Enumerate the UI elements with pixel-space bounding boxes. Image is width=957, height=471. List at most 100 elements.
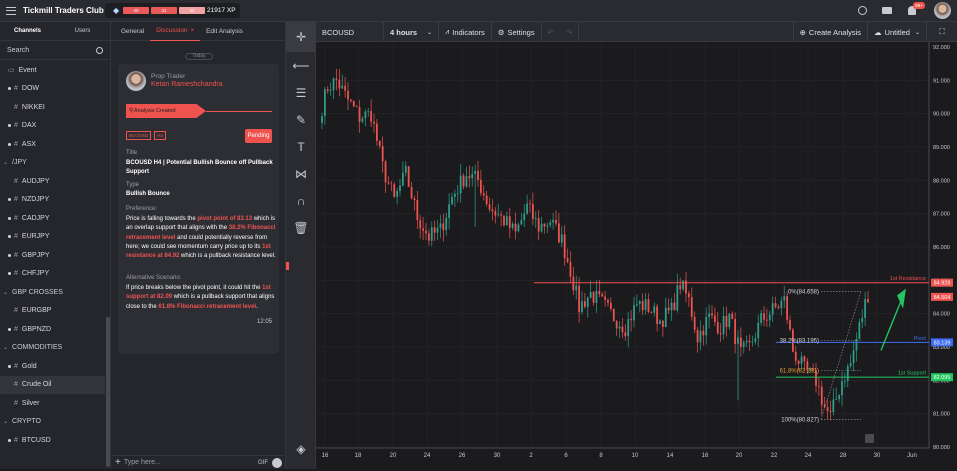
sidebar-item[interactable]: ⌄ GBP CROSSES xyxy=(0,283,105,302)
sidebar-item[interactable]: # GBPJPY xyxy=(0,246,105,265)
screenshot-icon[interactable] xyxy=(865,434,874,443)
highlight-text: pivot point of 83.13 xyxy=(197,216,253,222)
sidebar-item[interactable]: # ASX xyxy=(0,135,105,154)
line-tool-icon[interactable]: ⟵ xyxy=(286,52,316,79)
sidebar-item[interactable]: # GBPNZD xyxy=(0,320,105,339)
chart-toolbar: BCOUSD 4 hours ⌄ ⩘ Indicators ⚙ Settings… xyxy=(316,22,957,42)
close-icon[interactable]: × xyxy=(191,28,195,34)
sidebar-item[interactable]: # DAX xyxy=(0,117,105,136)
sidebar-item-label: Event xyxy=(18,66,37,74)
last-price-label: 84.504 xyxy=(934,295,951,301)
candle xyxy=(751,341,754,343)
candle xyxy=(702,330,705,336)
tab-edit-analysis[interactable]: Edit Analysis xyxy=(200,21,249,41)
candle xyxy=(465,176,468,187)
trash-icon[interactable]: 🗑 xyxy=(286,214,316,241)
candle xyxy=(514,223,517,232)
brush-icon[interactable]: ✎ xyxy=(286,106,316,133)
settings-button[interactable]: ⚙ Settings xyxy=(492,22,542,42)
candle xyxy=(789,320,791,330)
interval-select[interactable]: 4 hours ⌄ xyxy=(384,22,439,42)
candle xyxy=(852,350,855,364)
sidebar-item[interactable]: # NIKKEI xyxy=(0,98,105,117)
author-name[interactable]: Ketan Rameshchandra xyxy=(151,81,223,88)
sidebar-item[interactable]: # CHFJPY xyxy=(0,265,105,284)
candle xyxy=(843,380,846,382)
search-input[interactable]: Search xyxy=(7,47,29,54)
candle xyxy=(566,258,569,263)
x-tick-label: 30 xyxy=(874,453,881,459)
collapse-handle[interactable] xyxy=(286,262,289,270)
globe-icon[interactable] xyxy=(858,6,867,15)
highlight-text: 61.8% Fibonacci retracement level xyxy=(158,303,257,310)
sidebar-item[interactable]: # NZDJPY xyxy=(0,191,105,210)
candle xyxy=(396,191,399,197)
hash-icon: # xyxy=(14,233,18,241)
unread-dot xyxy=(8,438,11,442)
sidebar-item-label: DOW xyxy=(21,85,40,93)
price-tag-label: 83.139 xyxy=(934,340,951,346)
symbol-search[interactable]: BCOUSD xyxy=(316,22,384,42)
body-text: which is a pullback resistance level. xyxy=(179,253,276,260)
sidebar-item[interactable]: ⌄ CRYPTO xyxy=(0,413,105,432)
undo-button[interactable]: ↶ xyxy=(542,22,560,42)
x-tick-label: 16 xyxy=(702,453,709,459)
candlestick-chart[interactable]: 92.000 91.000 90.000 89.000 88.000 87.000 86.0… xyxy=(316,42,957,469)
sidebar-item[interactable]: # Silver xyxy=(0,394,105,413)
crosshair-icon[interactable]: ✛ xyxy=(286,22,316,52)
layout-select[interactable]: ☁ Untitled ⌄ xyxy=(868,22,927,42)
tab-channels[interactable]: Channels xyxy=(0,28,55,34)
sidebar-item[interactable]: # AUDJPY xyxy=(0,172,105,191)
avatar[interactable] xyxy=(934,2,951,19)
menu-icon[interactable] xyxy=(6,7,16,15)
magnet-icon[interactable]: ∩ xyxy=(286,187,316,214)
cloud-icon: ☁ xyxy=(874,27,882,37)
tab-discussion[interactable]: Discussion × xyxy=(150,22,201,41)
candle xyxy=(638,301,641,304)
sidebar-item[interactable]: # BTCUSD xyxy=(0,431,105,450)
gif-button[interactable]: GIF xyxy=(258,460,268,466)
plus-circle-icon: ⊕ xyxy=(799,27,806,37)
sidebar-item[interactable]: # EURJPY xyxy=(0,228,105,247)
candle xyxy=(780,300,783,309)
price-chart[interactable]: 92.000 91.000 90.000 89.000 88.000 87.000 86.0… xyxy=(316,42,957,469)
mail-icon[interactable] xyxy=(882,7,892,14)
create-analysis-button[interactable]: ⊕ Create Analysis xyxy=(792,22,869,42)
pattern-tool-icon[interactable]: ⋈ xyxy=(286,160,316,187)
candle xyxy=(713,315,716,323)
redo-button[interactable]: ↷ xyxy=(560,22,580,42)
candle xyxy=(849,363,852,367)
candle xyxy=(693,316,696,330)
sidebar-item[interactable]: # CADJPY xyxy=(0,209,105,228)
message-input[interactable]: Type here... xyxy=(124,459,258,466)
candle xyxy=(586,297,589,307)
sidebar-item[interactable]: ⌄/JPY xyxy=(0,154,105,173)
sidebar-item[interactable]: # Gold xyxy=(0,357,105,376)
tag-symbol: BCOUSD xyxy=(126,131,152,140)
scrollbar[interactable] xyxy=(106,317,110,467)
chevron-down-icon: ⌄ xyxy=(3,345,9,352)
candle xyxy=(557,223,560,243)
tab-users[interactable]: Users xyxy=(55,28,110,34)
level-label: 1st Support xyxy=(898,371,927,377)
candle xyxy=(407,166,410,187)
candle xyxy=(861,317,864,323)
plus-icon[interactable]: + xyxy=(115,457,121,468)
search-icon[interactable] xyxy=(96,46,103,54)
sidebar-item[interactable]: # EURGBP xyxy=(0,302,105,321)
indicators-button[interactable]: ⩘ Indicators xyxy=(439,22,492,42)
avatar[interactable] xyxy=(126,71,146,91)
layers-icon[interactable]: ◈ xyxy=(286,435,316,462)
sidebar-item[interactable]: ▭ Event xyxy=(0,61,105,80)
fullscreen-icon[interactable]: ⛶ xyxy=(927,22,957,42)
candle xyxy=(725,315,728,328)
hash-icon: # xyxy=(14,362,18,370)
emoji-icon[interactable] xyxy=(272,457,282,468)
fib-tool-icon[interactable]: ☰ xyxy=(286,79,316,106)
sidebar-item[interactable]: ⌄ COMMODITIES xyxy=(0,339,105,358)
text-tool-icon[interactable]: T xyxy=(286,133,316,160)
sidebar-item[interactable]: # Crude Oil xyxy=(0,375,105,394)
sidebar-item-label: EURJPY xyxy=(21,233,50,241)
tab-general[interactable]: General xyxy=(115,21,150,41)
sidebar-item[interactable]: # DOW xyxy=(0,80,105,99)
